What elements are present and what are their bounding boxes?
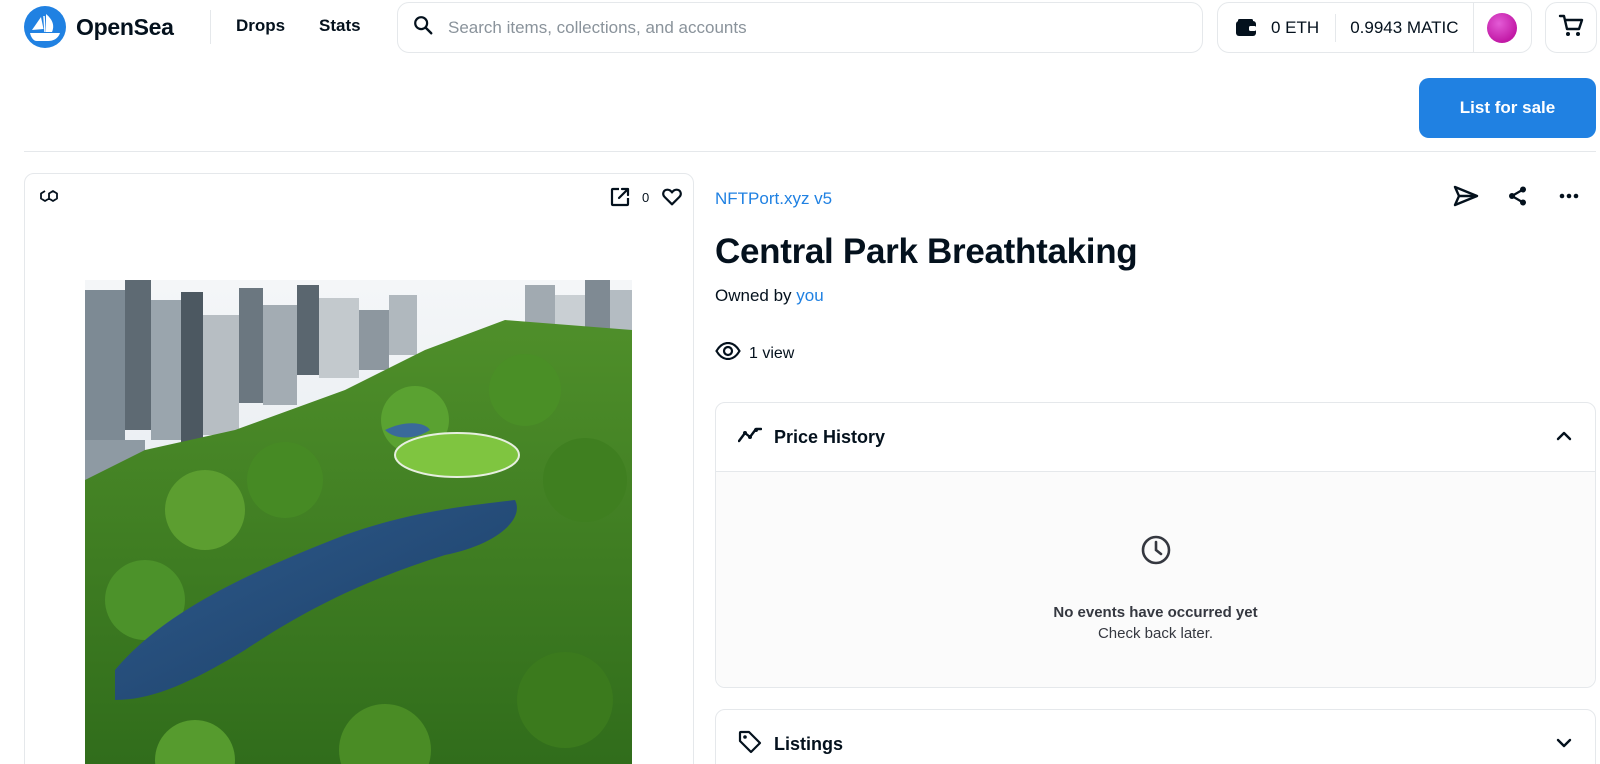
search-icon <box>412 14 434 41</box>
price-history-title: Price History <box>774 426 886 447</box>
list-for-sale-button[interactable]: List for sale <box>1419 78 1596 138</box>
cart-icon <box>1558 12 1584 43</box>
eth-balance: 0 ETH <box>1271 17 1320 37</box>
collection-link[interactable]: NFTPort.xyz v5 <box>715 189 832 209</box>
nav-divider <box>210 10 211 44</box>
chevron-down-icon[interactable] <box>1555 734 1573 757</box>
listings-header[interactable]: Listings <box>716 710 1595 764</box>
listings-title: Listings <box>774 734 844 754</box>
wallet-divider <box>1335 13 1337 42</box>
avatar[interactable] <box>1486 12 1517 43</box>
tag-icon <box>738 730 762 759</box>
cart-button[interactable] <box>1545 2 1597 53</box>
eye-icon <box>715 341 741 365</box>
matic-balance: 0.9943 MATIC <box>1350 17 1459 37</box>
send-icon[interactable] <box>1453 185 1479 212</box>
owned-by: Owned by you <box>715 286 824 306</box>
search-input[interactable] <box>448 17 1148 38</box>
wallet-divider <box>1472 2 1474 53</box>
price-history-panel: Price History No events have occurred ye… <box>715 402 1596 688</box>
views-label: 1 view <box>749 344 795 362</box>
search-bar[interactable] <box>397 2 1203 53</box>
polygon-chain-icon <box>39 188 59 209</box>
owned-by-label: Owned by <box>715 286 792 305</box>
media-card: 0 <box>24 173 694 764</box>
section-divider <box>24 151 1596 152</box>
wallet-balance[interactable]: 0 ETH 0.9943 MATIC <box>1217 2 1532 53</box>
more-icon[interactable] <box>1558 185 1580 212</box>
logo[interactable]: OpenSea <box>24 6 174 48</box>
share-icon[interactable] <box>1507 185 1529 212</box>
favorites-count: 0 <box>642 190 650 205</box>
owner-link[interactable]: you <box>796 286 823 305</box>
nft-image[interactable] <box>85 280 632 764</box>
empty-state-title: No events have occurred yet <box>1053 604 1258 621</box>
empty-state-subtitle: Check back later. <box>1097 625 1214 642</box>
chevron-up-icon[interactable] <box>1555 427 1573 450</box>
clock-icon <box>1140 534 1172 571</box>
price-history-header[interactable]: Price History <box>716 403 1595 472</box>
nav-drops[interactable]: Drops <box>236 16 285 36</box>
opensea-logo-icon <box>24 6 66 48</box>
views-count: 1 view <box>715 341 795 365</box>
wallet-icon <box>1234 16 1258 40</box>
top-nav: OpenSea Drops Stats 0 ETH 0.9943 MATIC <box>0 0 1600 56</box>
item-title: Central Park Breathtaking <box>715 232 1138 271</box>
trend-icon <box>737 427 763 448</box>
heart-icon[interactable] <box>661 186 683 213</box>
nav-stats[interactable]: Stats <box>319 16 361 36</box>
logo-text: OpenSea <box>76 13 174 40</box>
price-history-body: No events have occurred yet Check back l… <box>716 472 1595 687</box>
external-link-icon[interactable] <box>609 186 631 213</box>
listings-panel: Listings <box>715 709 1596 764</box>
